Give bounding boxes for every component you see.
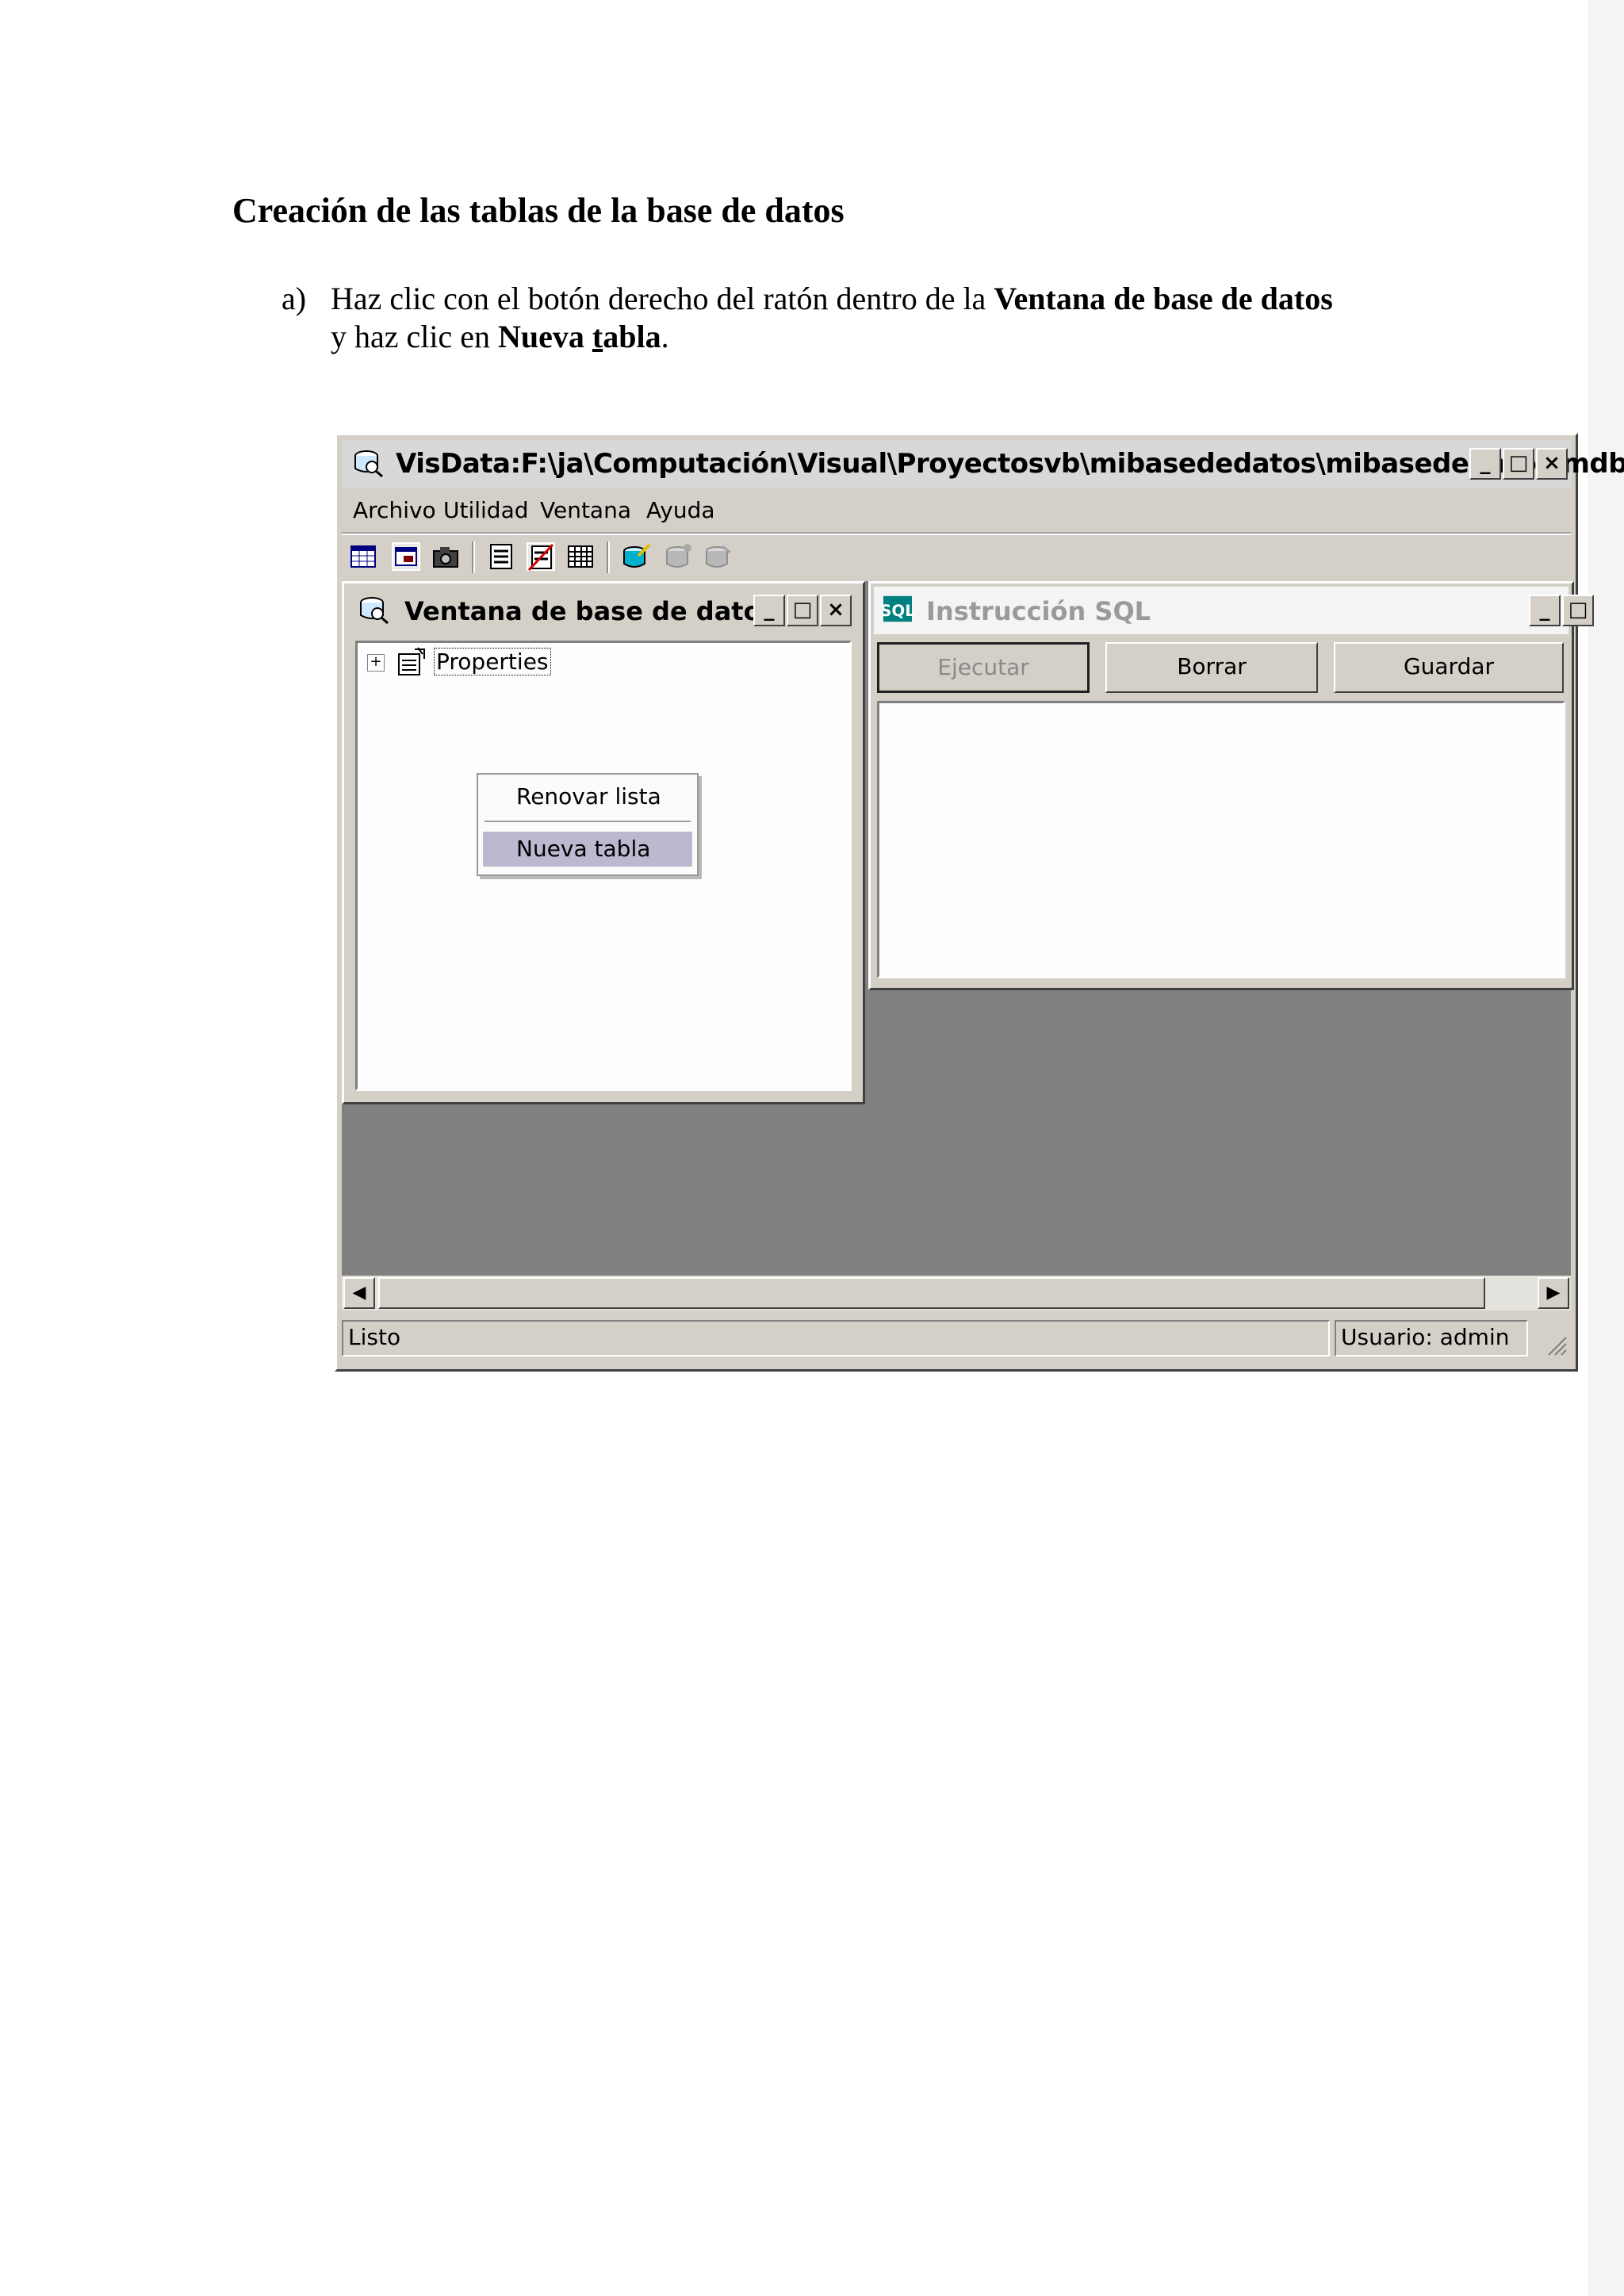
mdi-client-area: Ventana de base de datos _ □ × + Propert…: [342, 581, 1594, 1276]
borrar-button[interactable]: Borrar: [1105, 642, 1318, 693]
scroll-right-button[interactable]: ▶: [1538, 1277, 1569, 1309]
properties-icon: [398, 647, 425, 675]
visdata-window: VisData:F:\ja\Computación\Visual\Proyect…: [335, 433, 1624, 1372]
menu-archivo[interactable]: Archivo: [353, 497, 436, 523]
dynaset-icon[interactable]: [389, 540, 423, 573]
database-window-title: Ventana de base de datos: [404, 596, 776, 626]
guardar-button[interactable]: Guardar: [1334, 642, 1564, 693]
sql-window-titlebar[interactable]: SQL Instrucción SQL _ □: [874, 587, 1594, 634]
menu-utilidad[interactable]: Utilidad: [443, 497, 529, 523]
no-data-control-icon[interactable]: [524, 540, 557, 573]
minimize-button[interactable]: _: [1469, 448, 1501, 480]
close-button[interactable]: ×: [1536, 448, 1568, 480]
menu-item-renovar-lista[interactable]: Renovar lista: [483, 779, 692, 814]
begin-transaction-icon[interactable]: [619, 540, 653, 573]
grid-icon[interactable]: [564, 540, 597, 573]
menu-separator: [342, 532, 1571, 535]
context-menu: Renovar lista Nueva tabla: [477, 773, 699, 876]
db-close-button[interactable]: ×: [820, 595, 852, 626]
sql-minimize-button[interactable]: _: [1529, 595, 1561, 626]
menu-bar: Archivo Utilidad Ventana Ayuda: [342, 491, 1571, 527]
toolbar-separator-2: [607, 541, 610, 573]
window-title: VisData:F:\ja\Computación\Visual\Proyect…: [396, 448, 1624, 480]
commit-icon[interactable]: [662, 540, 695, 573]
resize-grip-icon[interactable]: [1544, 1333, 1568, 1357]
toolbar-separator: [472, 541, 475, 573]
rollback-icon[interactable]: [702, 540, 735, 573]
tree-item-properties[interactable]: Properties: [434, 648, 551, 675]
database-search-icon: [360, 597, 389, 625]
page-edge: [1588, 0, 1624, 2296]
toolbar: [342, 537, 1571, 576]
window-titlebar[interactable]: VisData:F:\ja\Computación\Visual\Proyect…: [342, 440, 1624, 488]
maximize-button[interactable]: □: [1503, 448, 1534, 480]
step-text-2: y haz clic en: [331, 319, 498, 354]
step-bold-2b: abla: [603, 319, 661, 354]
database-search-icon: [354, 450, 383, 478]
sql-maximize-button[interactable]: □: [1562, 595, 1594, 626]
tree-expand-button[interactable]: +: [367, 654, 385, 672]
data-control-icon[interactable]: [485, 540, 518, 573]
sql-text-area[interactable]: [877, 701, 1565, 978]
status-bar: Listo Usuario: admin: [342, 1315, 1571, 1360]
db-minimize-button[interactable]: _: [753, 595, 785, 626]
scroll-thumb[interactable]: [378, 1277, 1485, 1309]
status-user: Usuario: admin: [1335, 1320, 1528, 1357]
step-text-2-end: .: [661, 319, 669, 354]
menu-ayuda[interactable]: Ayuda: [646, 497, 715, 523]
context-menu-separator: [485, 821, 691, 822]
database-window: Ventana de base de datos _ □ × + Propert…: [342, 581, 865, 1104]
menu-ventana[interactable]: Ventana: [540, 497, 631, 523]
snapshot-icon[interactable]: [429, 540, 462, 573]
sql-window-title: Instrucción SQL: [926, 596, 1151, 626]
step-bold-2a: Nueva: [498, 319, 592, 354]
step-bold-2u: t: [592, 319, 603, 354]
scroll-left-button[interactable]: ◀: [343, 1277, 375, 1309]
step-text-line-1: Haz clic con el botón derecho del ratón …: [331, 280, 1333, 317]
step-marker: a): [282, 281, 307, 316]
status-text: Listo: [342, 1320, 1330, 1357]
menu-item-nueva-tabla[interactable]: Nueva tabla: [483, 832, 692, 867]
table-type-icon[interactable]: [347, 540, 380, 573]
database-tree[interactable]: + Properties Renovar lista Nueva tabla: [355, 641, 852, 1091]
horizontal-scrollbar[interactable]: ◀ ▶: [342, 1276, 1571, 1311]
step-text-1: Haz clic con el botón derecho del ratón …: [331, 281, 994, 316]
document-heading: Creación de las tablas de la base de dat…: [232, 191, 845, 230]
sql-window: SQL Instrucción SQL _ □ Ejecutar Borrar …: [868, 581, 1594, 990]
sql-icon: SQL: [882, 595, 914, 622]
database-window-titlebar[interactable]: Ventana de base de datos _ □ ×: [347, 587, 860, 634]
step-text-line-2: y haz clic en Nueva tabla.: [331, 318, 669, 355]
db-maximize-button[interactable]: □: [787, 595, 818, 626]
step-bold-1: Ventana de base de datos: [994, 281, 1333, 316]
ejecutar-button[interactable]: Ejecutar: [877, 642, 1090, 693]
svg-text:SQL: SQL: [882, 602, 914, 620]
